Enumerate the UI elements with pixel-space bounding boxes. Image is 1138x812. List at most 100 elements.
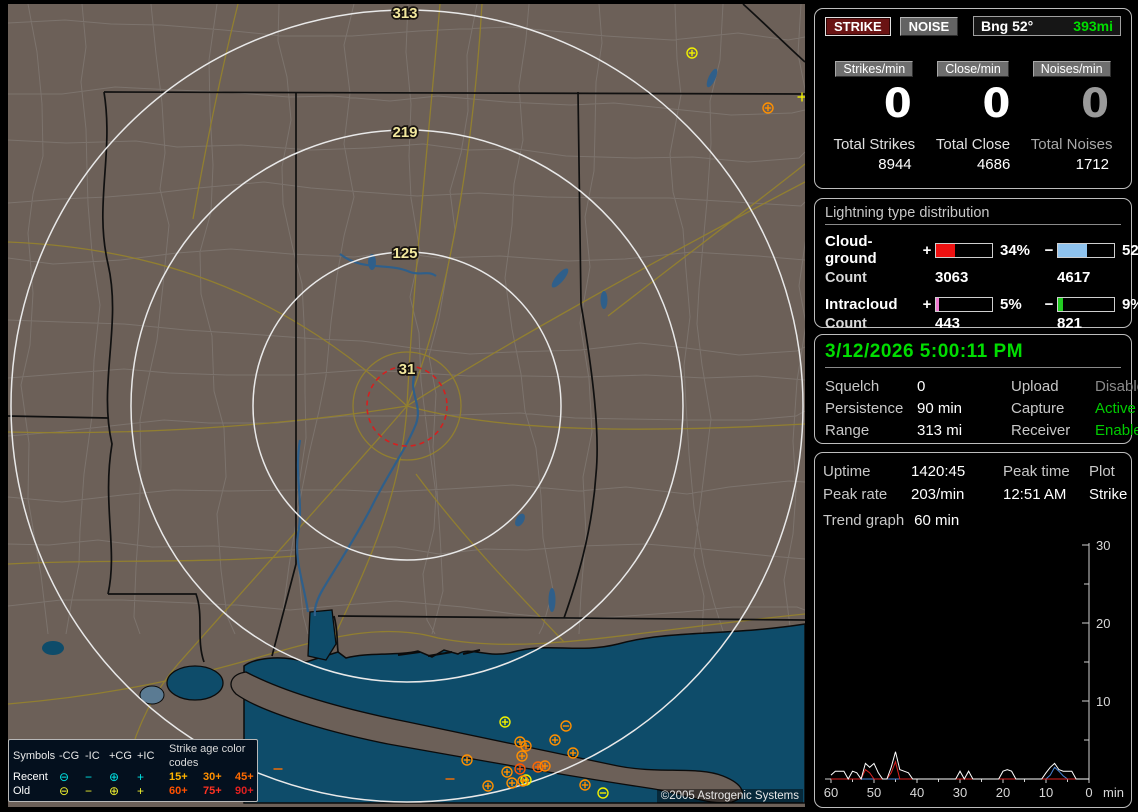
- legend-symbols-header: Symbols: [13, 750, 56, 762]
- svg-text:40: 40: [910, 785, 924, 800]
- capture-status: Active: [1095, 400, 1136, 417]
- svg-text:10: 10: [1039, 785, 1053, 800]
- copyright-text: ©2005 Astrogenic Systems: [656, 789, 803, 803]
- age-45: 45+: [235, 771, 254, 783]
- svg-text:20: 20: [996, 785, 1010, 800]
- plus-sign: +: [922, 241, 932, 259]
- legend-col-pos-ic: +IC: [137, 750, 155, 762]
- receiver-label: Receiver: [1011, 422, 1071, 439]
- range-value: 313 mi: [917, 422, 963, 439]
- datetime-display: 3/12/2026 5:00:11 PM: [825, 341, 1121, 368]
- cg-negative-count: 4617: [1057, 269, 1091, 286]
- ic-positive-count: 443: [935, 315, 961, 332]
- legend-row-label: Old: [13, 785, 31, 797]
- svg-text:30: 30: [953, 785, 967, 800]
- age-75: 75+: [203, 785, 222, 797]
- close-per-min-value: 0: [982, 81, 1011, 127]
- strike-button[interactable]: STRIKE: [825, 16, 891, 36]
- pos-ic-recent-icon: +: [137, 770, 145, 784]
- svg-text:50: 50: [867, 785, 881, 800]
- ic-positive-bar: [935, 297, 993, 312]
- svg-text:60: 60: [824, 785, 838, 800]
- ic-negative-count: 821: [1057, 315, 1083, 332]
- upload-status: Disabled: [1095, 378, 1138, 395]
- persistence-label: Persistence: [825, 400, 904, 417]
- svg-text:min: min: [1103, 785, 1124, 800]
- status-panel: 3/12/2026 5:00:11 PM Squelch 0 Upload Di…: [814, 334, 1138, 444]
- ring-label-313: 313: [392, 5, 417, 22]
- count-label: Count: [825, 269, 867, 286]
- total-close-label: Total Close: [935, 136, 1011, 153]
- count-label: Count: [825, 315, 867, 332]
- noises-per-min-value: 0: [1081, 81, 1109, 127]
- ring-label-219: 219: [392, 124, 417, 141]
- squelch-label: Squelch: [825, 378, 880, 395]
- svg-text:10: 10: [1096, 694, 1110, 709]
- total-close-value: 4686: [976, 156, 1011, 173]
- minus-sign: −: [1044, 296, 1054, 313]
- neg-ic-recent-icon: −: [85, 770, 93, 784]
- legend-col-neg-ic: -IC: [85, 750, 100, 762]
- receiver-status: Enabled: [1095, 422, 1138, 439]
- total-noises-label: Total Noises: [1030, 136, 1113, 153]
- age-30: 30+: [203, 771, 222, 783]
- age-90: 90+: [235, 785, 254, 797]
- cloud-ground-label: Cloud-ground: [825, 233, 877, 267]
- strikes-per-min-button[interactable]: Strikes/min: [835, 61, 914, 77]
- total-noises-value: 1712: [1075, 156, 1109, 173]
- map-canvas: 313 219 125 31: [7, 3, 819, 807]
- peak-time-label: Peak time: [1003, 463, 1070, 480]
- neg-cg-recent-icon: ⊖: [59, 770, 70, 784]
- pos-ic-old-icon: +: [137, 784, 145, 798]
- distribution-title: Lightning type distribution: [825, 205, 1121, 225]
- pos-cg-recent-icon: ⊕: [109, 770, 120, 784]
- app-window: { "map": { "land_color": "#6c6058", "wat…: [0, 0, 1138, 812]
- radar-map[interactable]: 313 219 125 31 Symbols -CG -IC +CG +IC S…: [7, 3, 819, 807]
- strikes-per-min-value: 0: [883, 81, 912, 127]
- ring-label-31: 31: [399, 361, 416, 378]
- capture-label: Capture: [1011, 400, 1065, 417]
- plot-label: Plot: [1089, 463, 1115, 480]
- peak-rate-label: Peak rate: [823, 486, 888, 503]
- noises-column: Noises/min 0 Total Noises 1712: [1022, 60, 1121, 173]
- noise-button[interactable]: NOISE: [899, 16, 959, 36]
- peak-time-value: 12:51 AM: [1003, 486, 1067, 503]
- plot-value: Strike: [1089, 486, 1128, 503]
- legend-age-title: Strike age color codes: [169, 743, 246, 769]
- neg-cg-old-icon: ⊖: [59, 784, 70, 798]
- age-15: 15+: [169, 771, 188, 783]
- pos-cg-old-icon: ⊕: [109, 784, 120, 798]
- cg-negative-pct: 52%: [1122, 241, 1138, 259]
- bearing-range: 393mi: [1073, 18, 1113, 34]
- svg-text:0: 0: [1085, 785, 1092, 800]
- ring-label-125: 125: [392, 245, 417, 262]
- range-label: Range: [825, 422, 870, 439]
- close-column: Close/min 0 Total Close 4686: [924, 60, 1023, 173]
- ic-positive-pct: 5%: [1000, 296, 1022, 313]
- cg-negative-bar: [1057, 242, 1115, 258]
- close-per-min-button[interactable]: Close/min: [937, 61, 1009, 77]
- upload-label: Upload: [1011, 378, 1059, 395]
- legend-row-label: Recent: [13, 771, 48, 783]
- trend-graph-label: Trend graph: [823, 512, 905, 529]
- map-legend: Symbols -CG -IC +CG +IC Strike age color…: [8, 739, 258, 802]
- cg-positive-count: 3063: [935, 269, 969, 286]
- trend-graph-value: 60 min: [914, 512, 960, 529]
- strikes-column: Strikes/min 0 Total Strikes 8944: [825, 60, 924, 173]
- intracloud-label: Intracloud: [825, 296, 898, 313]
- persistence-value: 90 min: [917, 400, 963, 417]
- plus-sign: +: [922, 296, 932, 313]
- svg-text:20: 20: [1096, 616, 1110, 631]
- peak-rate-value: 203/min: [911, 486, 965, 503]
- trend-graph: 10 20 30 60 50 40 30 20 10 0 min: [824, 538, 1124, 800]
- cg-positive-pct: 34%: [1000, 241, 1031, 259]
- uptime-label: Uptime: [823, 463, 871, 480]
- neg-ic-old-icon: −: [85, 784, 93, 798]
- bearing-label: Bng 52°: [981, 18, 1034, 34]
- svg-text:30: 30: [1096, 538, 1110, 553]
- legend-col-neg-cg: -CG: [59, 750, 80, 762]
- legend-col-pos-cg: +CG: [109, 750, 132, 762]
- cg-positive-bar: [935, 242, 993, 258]
- bearing-display: Bng 52° 393mi: [973, 16, 1121, 36]
- noises-per-min-button[interactable]: Noises/min: [1032, 61, 1111, 77]
